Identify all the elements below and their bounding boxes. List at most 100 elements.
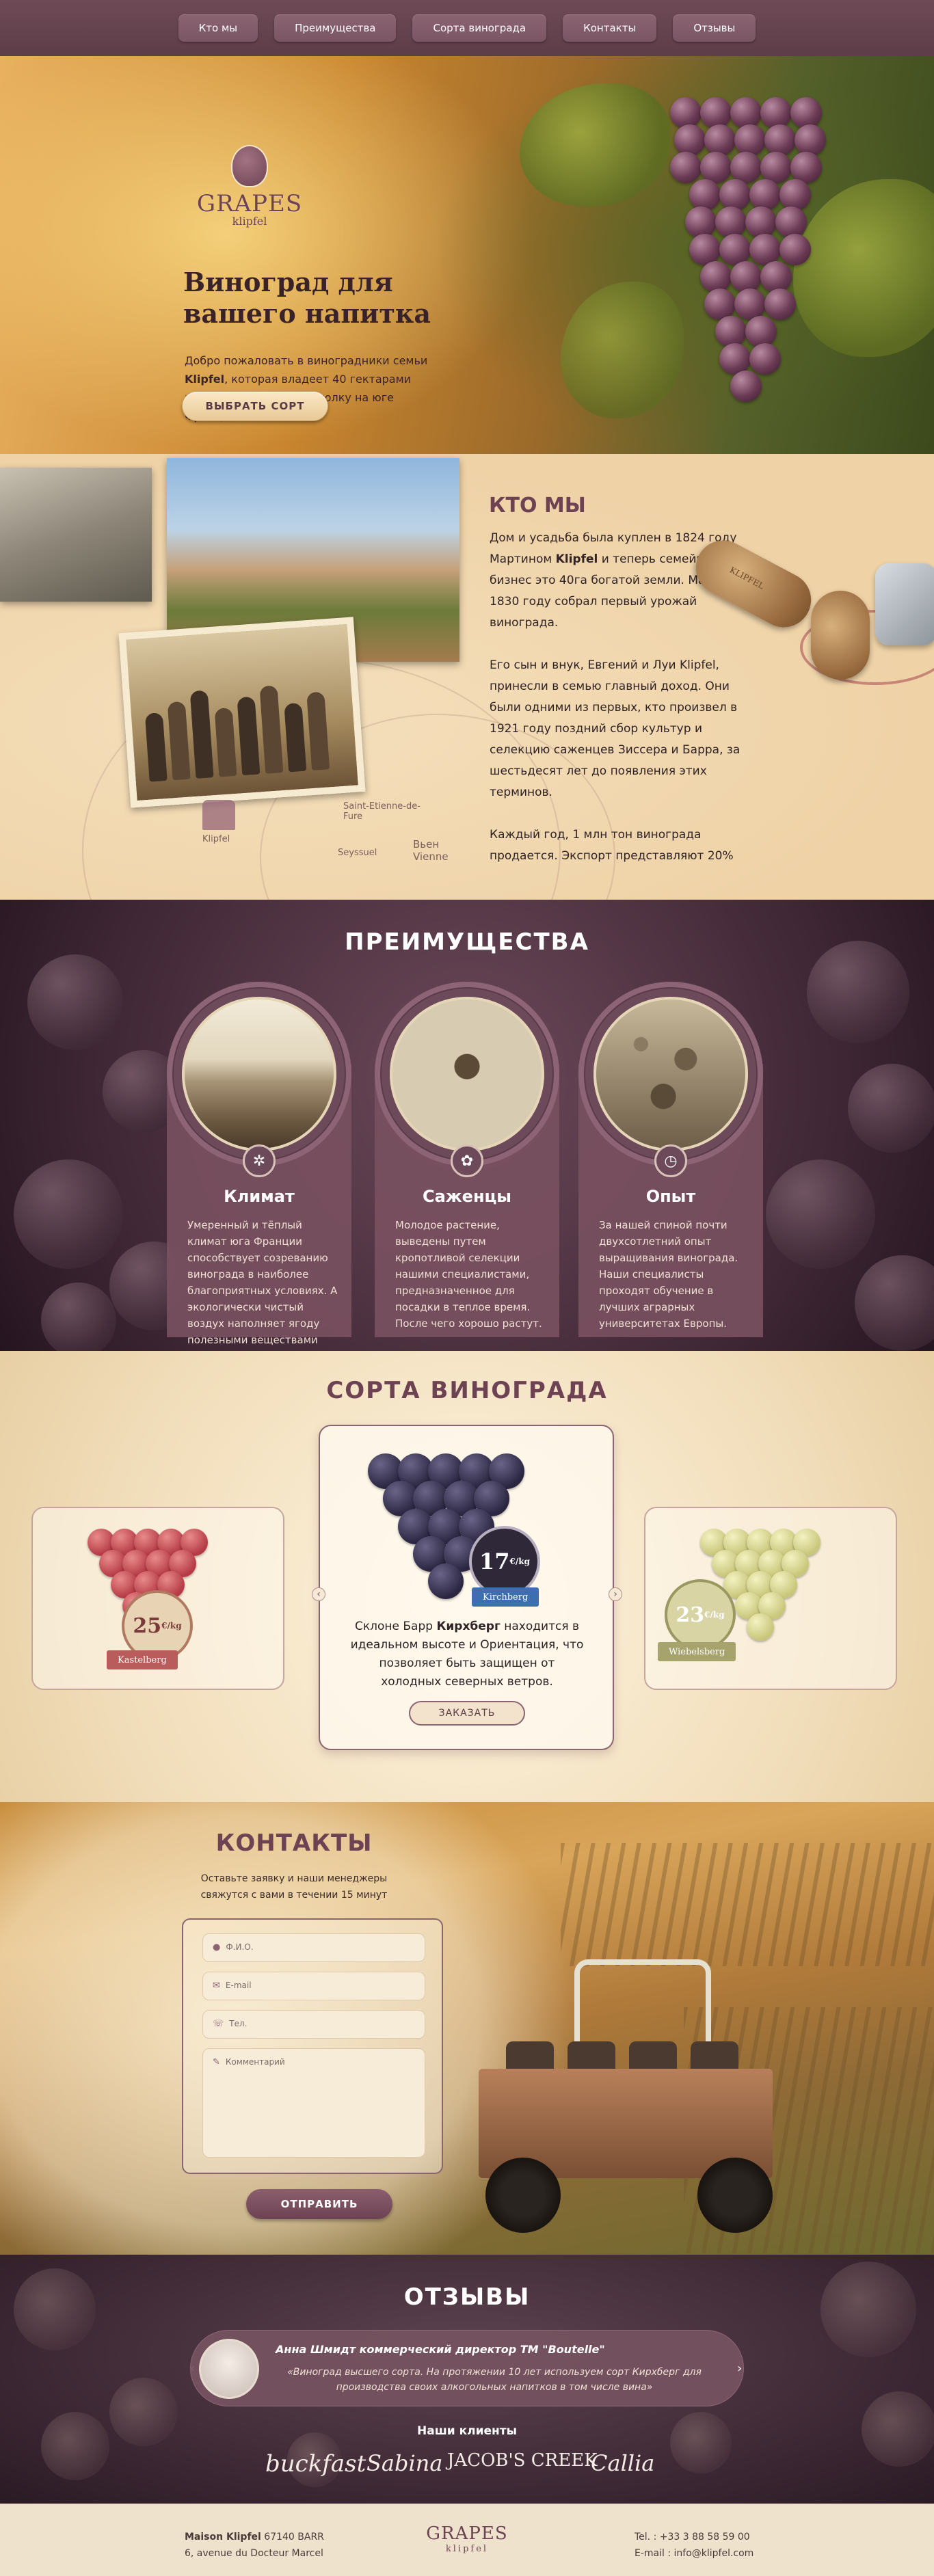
compass-icon: ✲ xyxy=(243,1144,276,1177)
background-grape xyxy=(807,941,909,1043)
nav-item-sorts[interactable]: Сорта винограда xyxy=(412,14,547,42)
hero-brand-name: Klipfel xyxy=(185,373,225,386)
footer-phone[interactable]: Tel. : +33 3 88 58 59 00 xyxy=(635,2529,753,2545)
price-value: 23 xyxy=(676,1602,705,1627)
grape-berry xyxy=(719,179,751,211)
contacts-subtitle: Оставьте заявку и наши менеджеры свяжутс… xyxy=(200,1873,388,1901)
map-label: Klipfel xyxy=(202,834,230,844)
hero-title: Виноград для вашего напитка xyxy=(183,267,431,329)
family-member xyxy=(189,690,214,779)
background-grape xyxy=(14,1159,123,1269)
advantages-title: ПРЕИМУЩЕСТВА xyxy=(345,928,589,956)
vineyard-landscape-image xyxy=(182,997,336,1151)
phone-icon: ☏ xyxy=(213,2019,224,2029)
footer-logo[interactable]: GRAPES klipfel xyxy=(424,2523,510,2554)
submit-button[interactable]: ОТПРАВИТЬ xyxy=(246,2189,392,2219)
family-member xyxy=(284,702,307,773)
mail-icon: ✉ xyxy=(213,1981,220,1991)
family-member xyxy=(237,696,261,776)
black-grapes-image xyxy=(347,1447,573,1604)
grape-berry xyxy=(749,179,781,211)
phone-field[interactable]: ☏ Тел. xyxy=(202,2010,425,2039)
advantage-card-climate: ✲ Климат Умеренный и тёплый климат юга Ф… xyxy=(167,982,351,1346)
logo[interactable]: GRAPES klipfel xyxy=(185,145,315,228)
sort-card-kastelberg[interactable]: 25 €/kg Kastelberg xyxy=(31,1507,284,1690)
advantage-text: За нашей спиной почти двухсотлетний опыт… xyxy=(599,1219,738,1330)
grape-logo-icon xyxy=(231,145,268,187)
field-placeholder: Тел. xyxy=(229,2019,248,2028)
grape-berry xyxy=(700,97,732,129)
review-card: Анна Шмидт коммерческий директор ТМ "Bou… xyxy=(190,2330,744,2406)
price-seal: 17 €/kg xyxy=(469,1526,540,1597)
grape-berry xyxy=(745,206,777,238)
grape-berry xyxy=(760,97,792,129)
price-value: 17 xyxy=(479,1548,510,1574)
footer-logo-title: GRAPES xyxy=(426,2523,508,2544)
price-value: 25 xyxy=(133,1613,162,1638)
prev-sort-arrow-icon[interactable]: ‹ xyxy=(312,1587,325,1601)
reviewer-name: Анна Шмидт коммерческий директор ТМ "Bou… xyxy=(276,2343,605,2356)
sort-name-ribbon: Wiebelsberg xyxy=(658,1642,736,1661)
map-town-label: Saint-Etienne-de-Fure xyxy=(343,801,421,822)
logo-title: GRAPES xyxy=(196,190,303,217)
advantage-title: Саженцы xyxy=(422,1187,512,1206)
grape-berry xyxy=(764,289,796,320)
field-placeholder: Комментарий xyxy=(225,2057,285,2067)
family-member xyxy=(167,701,191,781)
sort-name-ribbon: Kastelberg xyxy=(107,1650,178,1669)
name-field[interactable]: ● Ф.И.О. xyxy=(202,1933,425,1962)
client-logo-buckfast: buckfast xyxy=(265,2450,366,2478)
advantage-card-experience: ◷ Опыт За нашей спиной почти двухсотлетн… xyxy=(578,982,763,1337)
footer-contacts: Tel. : +33 3 88 58 59 00 E-mail : info@k… xyxy=(635,2529,753,2562)
grape-berry xyxy=(670,97,702,129)
nav-item-reviews[interactable]: Отзывы xyxy=(673,14,756,42)
seedling-image xyxy=(390,997,544,1151)
grape-berry xyxy=(764,124,796,156)
top-navigation: Кто мы Преимущества Сорта винограда Конт… xyxy=(0,0,934,63)
advantages-section: ПРЕИМУЩЕСТВА ✲ Климат Умеренный и тёплый… xyxy=(0,900,934,1351)
grape-berry xyxy=(775,206,807,238)
footer-address: Maison Klipfel 67140 BARR 6, avenue du D… xyxy=(185,2529,324,2562)
nav-item-about[interactable]: Кто мы xyxy=(178,14,258,42)
vine-leaf-decoration xyxy=(520,83,670,206)
footer-email[interactable]: E-mail : info@klipfel.com xyxy=(635,2545,753,2562)
contacts-section: КОНТАКТЫ Оставьте заявку и наши менеджер… xyxy=(0,1802,934,2255)
grape-berry xyxy=(790,97,822,129)
grape-berry xyxy=(745,316,777,347)
grape-berry xyxy=(730,371,762,402)
sort-card-wiebelsberg[interactable]: 23 €/kg Wiebelsberg xyxy=(644,1507,897,1690)
sort-desc-name: Кирхберг xyxy=(436,1620,501,1633)
review-text: «Виноград высшего сорта. На протяжении 1… xyxy=(287,2367,702,2393)
next-review-arrow-icon[interactable]: › xyxy=(737,2361,742,2376)
advantage-text: Умеренный и тёплый климат юга Франции сп… xyxy=(187,1219,338,1346)
truck-wheel xyxy=(697,2158,773,2233)
next-sort-arrow-icon[interactable]: › xyxy=(609,1587,622,1601)
grape-berry xyxy=(715,316,747,347)
advantage-title: Климат xyxy=(224,1187,295,1206)
background-cork xyxy=(670,2412,732,2473)
grape-berry xyxy=(428,1564,464,1600)
comment-field[interactable]: ✎ Комментарий xyxy=(202,2048,425,2158)
grape-berry xyxy=(760,261,792,293)
grape-berry xyxy=(689,179,721,211)
about-paragraph: Его сын и внук, Евгений и Луи Klipfel, п… xyxy=(490,658,740,799)
nav-item-contacts[interactable]: Контакты xyxy=(563,14,657,42)
vineyard-workers-photo xyxy=(0,468,152,602)
nav-item-advantages[interactable]: Преимущества xyxy=(274,14,397,42)
grape-berry xyxy=(795,124,826,156)
order-button[interactable]: ЗАКАЗАТЬ xyxy=(409,1701,525,1726)
price-seal: 23 €/kg xyxy=(665,1579,736,1650)
email-field[interactable]: ✉ E-mail xyxy=(202,1972,425,2000)
grape-berry xyxy=(730,261,762,293)
field-placeholder: Ф.И.О. xyxy=(226,1942,254,1952)
footer-logo-subtitle: klipfel xyxy=(445,2544,489,2554)
grape-berry xyxy=(730,97,762,129)
choose-sort-button[interactable]: ВЫБРАТЬ СОРТ xyxy=(182,391,328,421)
client-logo-jacobs-creek: JACOB'S CREEK xyxy=(447,2450,598,2471)
grape-berry xyxy=(734,124,766,156)
family-photo xyxy=(118,617,366,808)
about-brand-name: Klipfel xyxy=(555,552,598,566)
grape-berry xyxy=(704,124,736,156)
client-logo-sabina: Sabina xyxy=(366,2450,443,2476)
background-grape xyxy=(848,1064,934,1153)
